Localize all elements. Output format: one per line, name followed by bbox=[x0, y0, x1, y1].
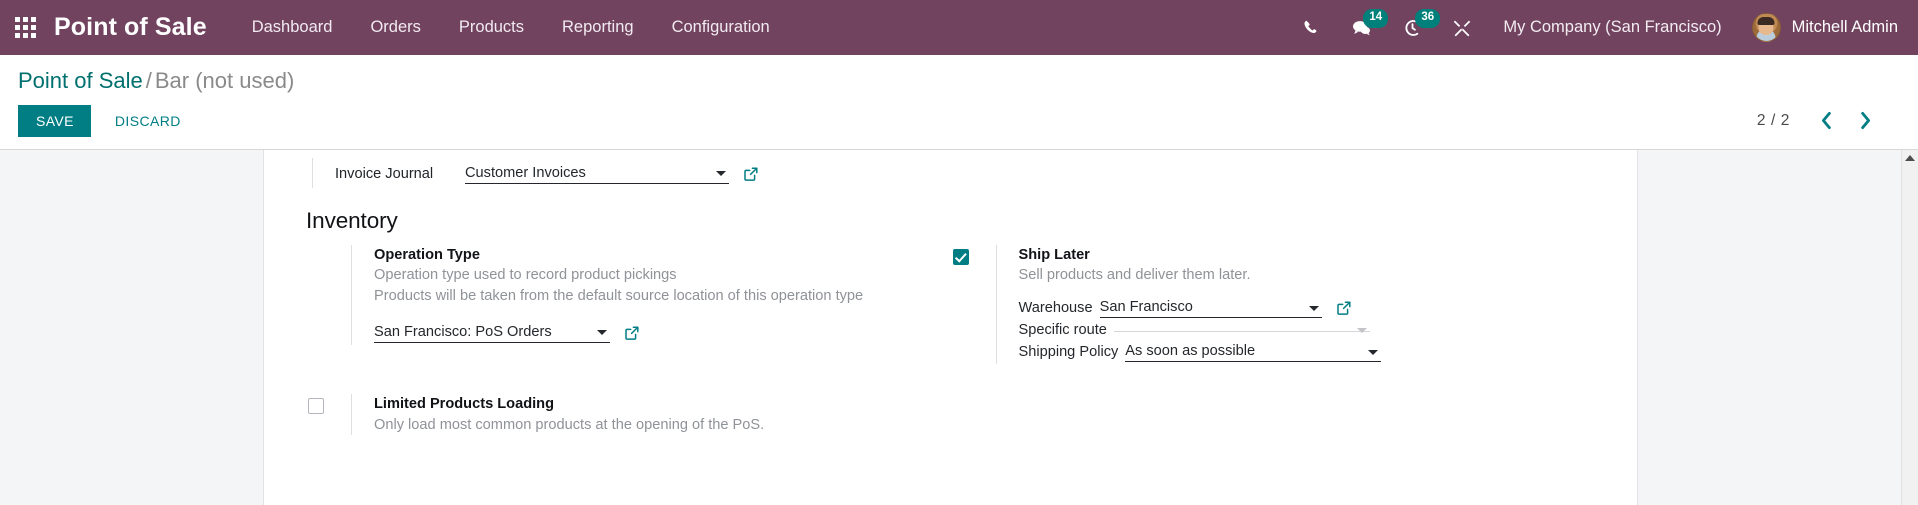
chevron-right-icon bbox=[1861, 111, 1871, 130]
operation-type-description-1: Operation type used to record product pi… bbox=[374, 267, 677, 284]
pager-next-button[interactable] bbox=[1847, 107, 1884, 134]
ship-later-checkbox[interactable] bbox=[952, 248, 969, 265]
warehouse-select[interactable]: San Francisco bbox=[1099, 298, 1322, 319]
operation-type-content: Operation Type Operation type used to re… bbox=[351, 244, 935, 345]
chevron-left-icon bbox=[1821, 111, 1831, 130]
breadcrumb-root-link[interactable]: Point of Sale bbox=[18, 68, 143, 93]
invoice-journal-value: Customer Invoices bbox=[465, 164, 586, 181]
operation-type-field: San Francisco: PoS Orders bbox=[374, 321, 935, 345]
ship-later-content: Ship Later Sell products and deliver the… bbox=[995, 244, 1596, 365]
breadcrumb-current: Bar (not used) bbox=[154, 68, 295, 93]
specific-route-field: Specific route bbox=[1019, 320, 1596, 340]
inventory-settings-grid: Operation Type Operation type used to re… bbox=[306, 242, 1595, 367]
control-panel: Point of Sale / Bar (not used) SAVE DISCAR… bbox=[0, 55, 1918, 150]
developer-tools-icon[interactable] bbox=[1437, 0, 1487, 55]
chevron-down-icon bbox=[1356, 327, 1367, 333]
inventory-left-column: Operation Type Operation type used to re… bbox=[306, 242, 951, 367]
operation-type-value: San Francisco: PoS Orders bbox=[374, 323, 552, 340]
sheet-scroll-area: Invoice Journal Customer Invoices Invent… bbox=[0, 149, 1901, 505]
activities-clock-icon[interactable]: 36 bbox=[1388, 0, 1441, 55]
shipping-policy-label: Shipping Policy bbox=[1018, 344, 1119, 361]
limited-products-checkbox[interactable] bbox=[308, 398, 324, 415]
limited-products-grid: Limited Products Loading Only load most … bbox=[306, 367, 1595, 438]
operation-type-select[interactable]: San Francisco: PoS Orders bbox=[374, 323, 610, 343]
operation-type-title: Operation Type bbox=[374, 246, 480, 263]
warehouse-internal-link-icon[interactable] bbox=[1336, 300, 1352, 316]
control-panel-actions: SAVE DISCARD 2 / 2 bbox=[18, 98, 1900, 149]
operation-type-description-2: Products will be taken from the default … bbox=[374, 288, 864, 305]
chevron-down-icon bbox=[597, 330, 607, 336]
menu-item-products[interactable]: Products bbox=[440, 0, 543, 55]
apps-grid-icon[interactable] bbox=[8, 11, 42, 45]
breadcrumb-separator: / bbox=[145, 68, 152, 93]
limited-products-checkbox-cell bbox=[306, 394, 351, 415]
warehouse-field: Warehouse San Francisco bbox=[1019, 296, 1596, 320]
limited-products-column: Limited Products Loading Only load most … bbox=[306, 391, 951, 438]
warehouse-label: Warehouse bbox=[1018, 300, 1093, 317]
shipping-policy-select[interactable]: As soon as possible bbox=[1125, 342, 1382, 363]
breadcrumb: Point of Sale / Bar (not used) bbox=[18, 55, 1900, 98]
scroll-up-arrow-icon[interactable] bbox=[1902, 150, 1918, 167]
save-button[interactable]: SAVE bbox=[18, 104, 91, 137]
inventory-section-title: Inventory bbox=[306, 207, 398, 233]
operation-type-internal-link-icon[interactable] bbox=[624, 325, 640, 341]
pager-count: 2 / 2 bbox=[1756, 111, 1790, 129]
chevron-down-icon bbox=[1308, 305, 1319, 311]
pager-previous-button[interactable] bbox=[1808, 107, 1845, 134]
ship-later-setting: Ship Later Sell products and deliver the… bbox=[951, 242, 1596, 367]
ship-later-checkbox-cell bbox=[951, 245, 996, 265]
avatar bbox=[1751, 13, 1781, 42]
chevron-down-icon bbox=[716, 171, 726, 177]
limited-products-content: Limited Products Loading Only load most … bbox=[351, 394, 935, 436]
app-body: Invoice Journal Customer Invoices Invent… bbox=[0, 149, 1918, 505]
operation-type-checkbox-cell bbox=[306, 245, 351, 249]
ship-later-fields: Warehouse San Francisco Specific route S… bbox=[1019, 286, 1596, 364]
inventory-right-column: Ship Later Sell products and deliver the… bbox=[951, 242, 1596, 367]
vertical-scrollbar[interactable] bbox=[1901, 149, 1918, 505]
menu-item-dashboard[interactable]: Dashboard bbox=[233, 0, 352, 55]
user-menu[interactable]: Mitchell Admin bbox=[1738, 13, 1904, 42]
company-selector[interactable]: My Company (San Francisco) bbox=[1487, 18, 1737, 37]
ship-later-title: Ship Later bbox=[1018, 246, 1090, 263]
settings-sheet: Invoice Journal Customer Invoices Invent… bbox=[263, 149, 1638, 505]
shipping-policy-value: As soon as possible bbox=[1125, 343, 1256, 360]
user-name: Mitchell Admin bbox=[1791, 18, 1898, 36]
limited-products-setting: Limited Products Loading Only load most … bbox=[306, 391, 935, 438]
ship-later-description: Sell products and deliver them later. bbox=[1018, 267, 1251, 284]
invoice-journal-row: Invoice Journal Customer Invoices bbox=[312, 157, 1595, 188]
invoice-journal-select[interactable]: Customer Invoices bbox=[465, 164, 729, 184]
shipping-policy-field: Shipping Policy As soon as possible bbox=[1019, 340, 1596, 364]
chevron-down-icon bbox=[1368, 349, 1379, 355]
messages-icon[interactable]: 14 bbox=[1336, 0, 1389, 55]
specific-route-select[interactable] bbox=[1113, 327, 1370, 333]
operation-type-setting: Operation Type Operation type used to re… bbox=[306, 242, 935, 348]
messages-badge: 14 bbox=[1363, 9, 1389, 28]
pager: 2 / 2 bbox=[1757, 107, 1900, 134]
app-brand-title[interactable]: Point of Sale bbox=[54, 13, 207, 42]
operation-type-field-wrap: San Francisco: PoS Orders bbox=[374, 307, 935, 345]
warehouse-value: San Francisco bbox=[1099, 299, 1193, 316]
menu-item-configuration[interactable]: Configuration bbox=[653, 0, 789, 55]
invoice-journal-label: Invoice Journal bbox=[335, 165, 434, 182]
discard-button[interactable]: DISCARD bbox=[101, 105, 195, 137]
invoice-journal-internal-link-icon[interactable] bbox=[743, 166, 759, 182]
menu-item-orders[interactable]: Orders bbox=[351, 0, 439, 55]
menu-item-reporting[interactable]: Reporting bbox=[543, 0, 653, 55]
limited-products-description: Only load most common products at the op… bbox=[374, 416, 765, 433]
main-menu: Dashboard Orders Products Reporting Conf… bbox=[233, 0, 789, 55]
limited-products-title: Limited Products Loading bbox=[374, 396, 554, 413]
limited-products-right-spacer bbox=[951, 391, 1596, 438]
phone-icon[interactable] bbox=[1287, 0, 1336, 55]
top-navbar: Point of Sale Dashboard Orders Products … bbox=[0, 0, 1918, 55]
specific-route-label: Specific route bbox=[1018, 322, 1107, 339]
navbar-systray: 14 36 My Company (San Francisco) Mitchel… bbox=[1287, 0, 1904, 55]
